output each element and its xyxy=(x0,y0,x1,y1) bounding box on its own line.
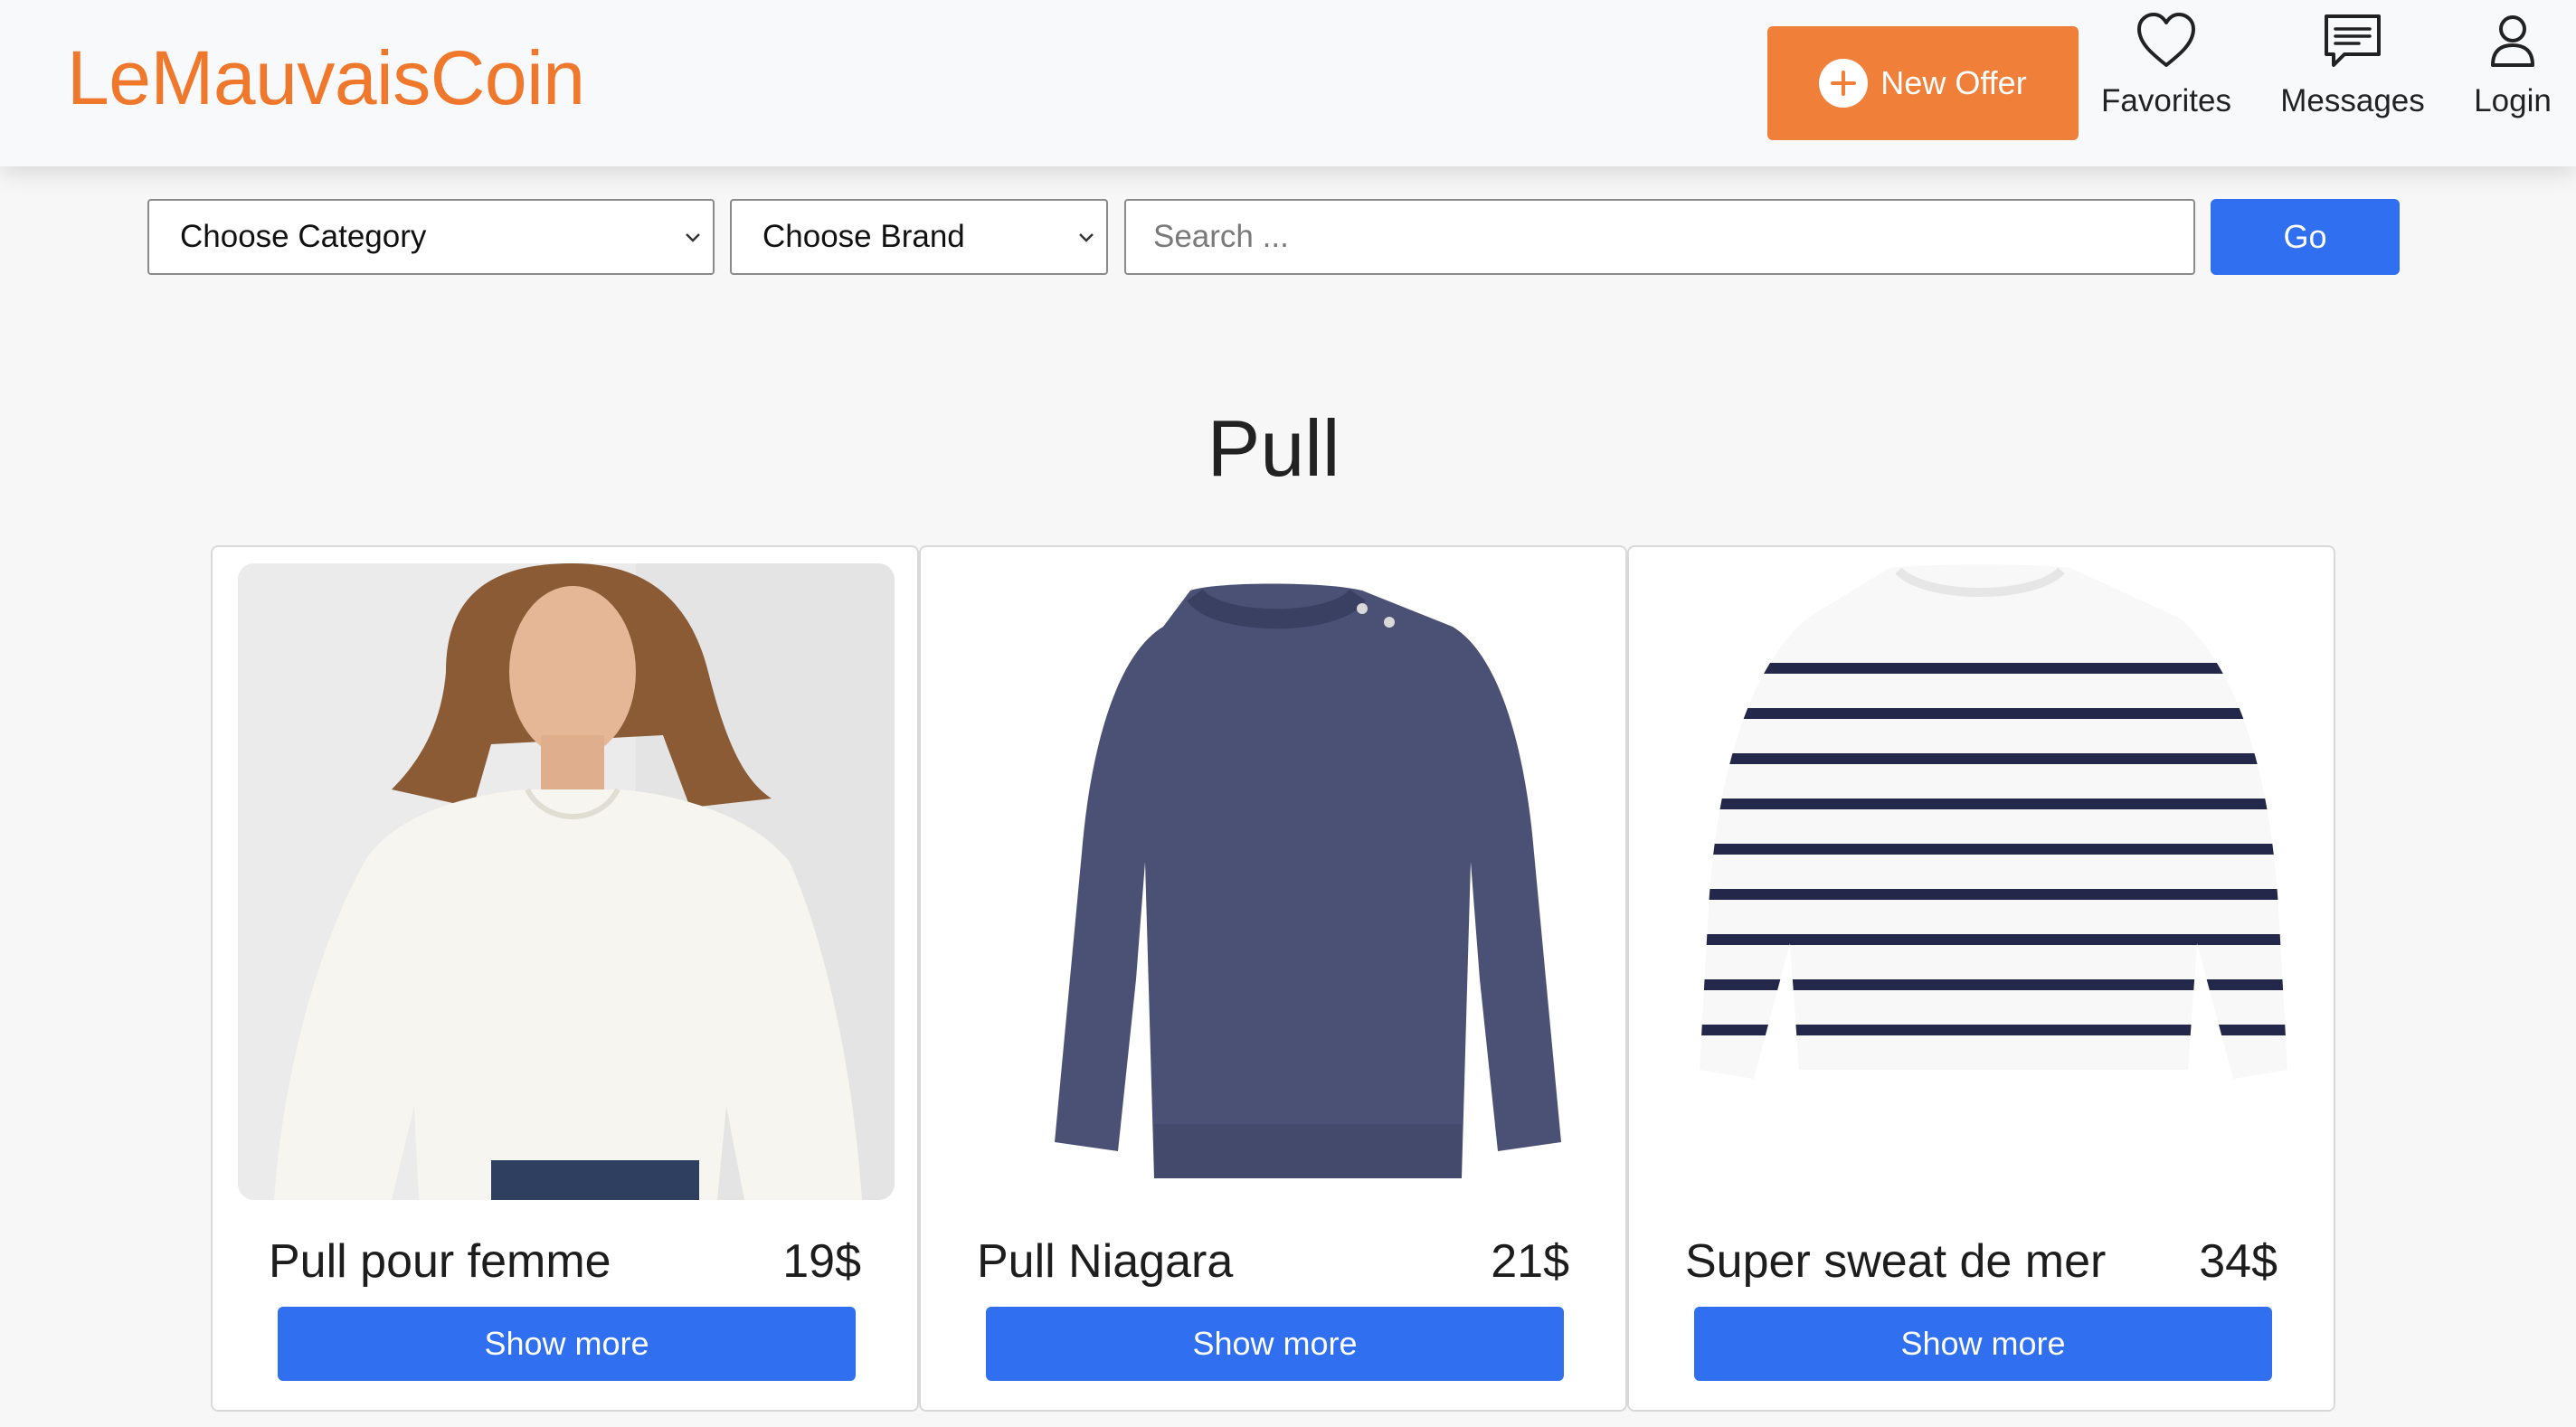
brand-select[interactable]: Choose Brand xyxy=(730,199,1108,275)
product-price: 34$ xyxy=(2199,1235,2278,1288)
nav-messages[interactable]: Messages xyxy=(2276,11,2429,146)
category-select-value: Choose Category xyxy=(180,219,427,254)
heart-icon xyxy=(2137,13,2195,67)
product-image[interactable] xyxy=(1654,563,2311,1200)
product-price: 19$ xyxy=(782,1235,861,1288)
nav-favorites[interactable]: Favorites xyxy=(2098,11,2234,146)
message-icon xyxy=(2325,14,2381,67)
category-select[interactable]: Choose Category xyxy=(147,199,715,275)
product-price: 21$ xyxy=(1491,1235,1569,1288)
chevron-down-icon xyxy=(686,233,700,242)
product-image[interactable] xyxy=(238,563,895,1200)
product-image[interactable] xyxy=(946,563,1603,1200)
product-name: Pull Niagara xyxy=(977,1235,1234,1288)
product-name: Pull pour femme xyxy=(269,1235,611,1288)
new-offer-label: New Offer xyxy=(1880,64,2027,101)
nav-favorites-label: Favorites xyxy=(2101,83,2231,118)
navbar: LeMauvaisCoin New Offer Favorites Messag… xyxy=(0,0,2576,166)
nav-login-label: Login xyxy=(2474,83,2552,118)
show-more-button[interactable]: Show more xyxy=(1694,1307,2272,1381)
show-more-button[interactable]: Show more xyxy=(986,1307,1564,1381)
brand-select-value: Choose Brand xyxy=(762,219,965,254)
plus-circle-icon xyxy=(1819,59,1869,108)
product-name: Super sweat de mer xyxy=(1685,1235,2107,1288)
filter-bar: Choose Category Choose Brand Go xyxy=(0,199,2576,275)
nav-login[interactable]: Login xyxy=(2460,11,2565,146)
go-button[interactable]: Go xyxy=(2211,199,2400,275)
product-card: Pull Niagara 21$ Show more xyxy=(919,545,1627,1412)
product-card: Super sweat de mer 34$ Show more xyxy=(1627,545,2335,1412)
product-card: Pull pour femme 19$ Show more xyxy=(211,545,919,1412)
search-input[interactable] xyxy=(1124,199,2195,275)
new-offer-button[interactable]: New Offer xyxy=(1767,26,2079,140)
section-title: Pull xyxy=(1207,403,1340,493)
user-icon xyxy=(2491,15,2534,67)
show-more-button[interactable]: Show more xyxy=(278,1307,856,1381)
brand-logo[interactable]: LeMauvaisCoin xyxy=(67,34,585,122)
nav-messages-label: Messages xyxy=(2280,83,2425,118)
chevron-down-icon xyxy=(1079,233,1094,242)
